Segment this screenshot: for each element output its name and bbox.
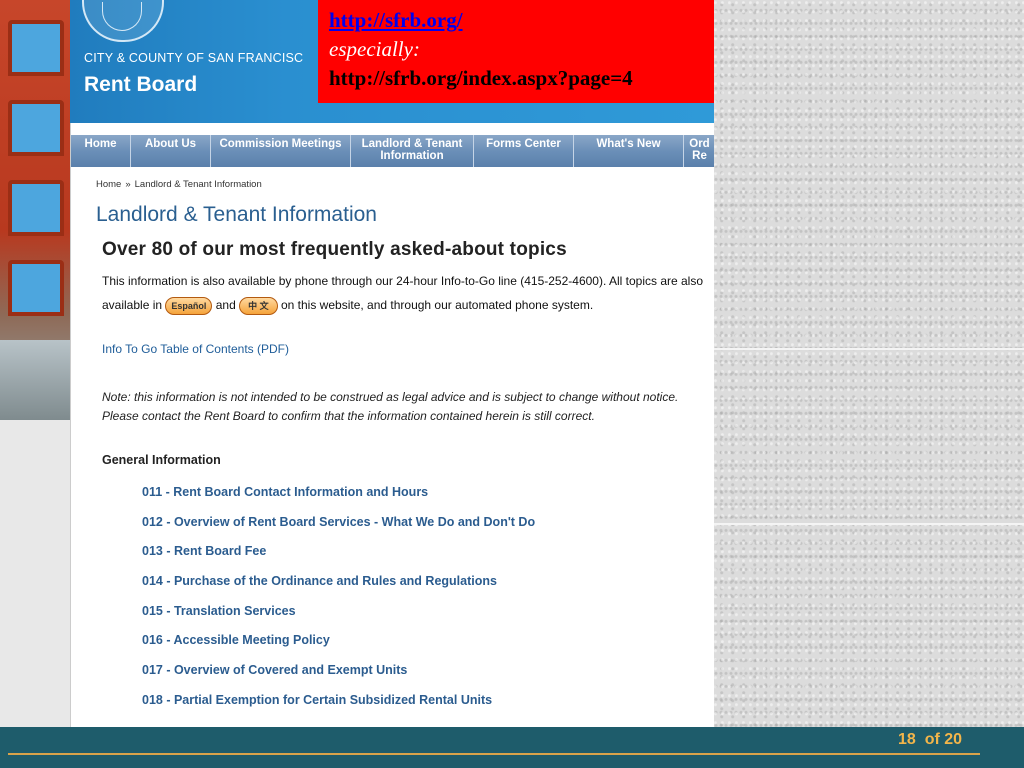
breadcrumb-home[interactable]: Home — [96, 179, 121, 190]
espanol-button[interactable]: Español — [165, 296, 213, 315]
footer-divider — [8, 753, 980, 755]
slide-page-number: 18 of 20 — [898, 731, 962, 749]
page-subtitle: Over 80 of our most frequently asked-abo… — [102, 239, 567, 260]
topic-link-016[interactable]: 016 - Accessible Meeting Policy — [142, 633, 535, 663]
slide-footer: 18 of 20 — [0, 727, 1024, 768]
total-pages: 20 — [944, 731, 963, 748]
website-screenshot: CITY & COUNTY OF SAN FRANCISC Rent Board… — [0, 0, 714, 727]
intro-paragraph: This information is also available by ph… — [102, 269, 712, 317]
topic-link-015[interactable]: 015 - Translation Services — [142, 604, 535, 634]
nav-ordinance[interactable]: Ord Re — [684, 135, 714, 167]
textured-background — [714, 0, 1024, 727]
intro-and: and — [215, 298, 236, 312]
site-title: Rent Board — [84, 73, 198, 96]
nav-landlord-tenant[interactable]: Landlord & Tenant Information — [351, 135, 474, 167]
especially-label: especially: — [329, 37, 420, 61]
page-title: Landlord & Tenant Information — [96, 203, 377, 226]
section-heading: General Information — [102, 453, 221, 467]
toc-pdf-link[interactable]: Info To Go Table of Contents (PDF) — [102, 342, 289, 356]
chinese-button[interactable]: 中 文 — [239, 296, 278, 315]
main-content: Home About Us Commission Meetings Landlo… — [70, 123, 714, 727]
golden-gate-bridge-image — [0, 0, 70, 420]
legal-note: Note: this information is not intended t… — [102, 390, 679, 423]
topic-link-018[interactable]: 018 - Partial Exemption for Certain Subs… — [142, 693, 535, 723]
main-nav: Home About Us Commission Meetings Landlo… — [71, 135, 714, 167]
nav-about-us[interactable]: About Us — [131, 135, 211, 167]
page-of: of — [924, 731, 940, 748]
nav-home[interactable]: Home — [71, 135, 131, 167]
breadcrumb-separator: » — [125, 179, 131, 190]
breadcrumb-current: Landlord & Tenant Information — [134, 179, 262, 190]
topic-link-011[interactable]: 011 - Rent Board Contact Information and… — [142, 485, 535, 515]
url-annotation-box: http://sfrb.org/ especially: http://sfrb… — [318, 0, 714, 103]
breadcrumb: Home » Landlord & Tenant Information — [96, 179, 262, 190]
topic-link-013[interactable]: 013 - Rent Board Fee — [142, 544, 535, 574]
city-name: CITY & COUNTY OF SAN FRANCISC — [84, 51, 304, 65]
nav-whats-new[interactable]: What's New — [574, 135, 684, 167]
current-page: 18 — [898, 731, 916, 748]
intro-text-b: on this website, and through our automat… — [280, 298, 594, 312]
sfrb-page-url: http://sfrb.org/index.aspx?page=4 — [329, 66, 633, 90]
topic-link-012[interactable]: 012 - Overview of Rent Board Services - … — [142, 515, 535, 545]
nav-commission-meetings[interactable]: Commission Meetings — [211, 135, 351, 167]
topic-link-017[interactable]: 017 - Overview of Covered and Exempt Uni… — [142, 663, 535, 693]
topic-links: 011 - Rent Board Contact Information and… — [142, 485, 535, 723]
nav-forms-center[interactable]: Forms Center — [474, 135, 574, 167]
sfrb-home-link[interactable]: http://sfrb.org/ — [329, 6, 714, 35]
topic-link-014[interactable]: 014 - Purchase of the Ordinance and Rule… — [142, 574, 535, 604]
